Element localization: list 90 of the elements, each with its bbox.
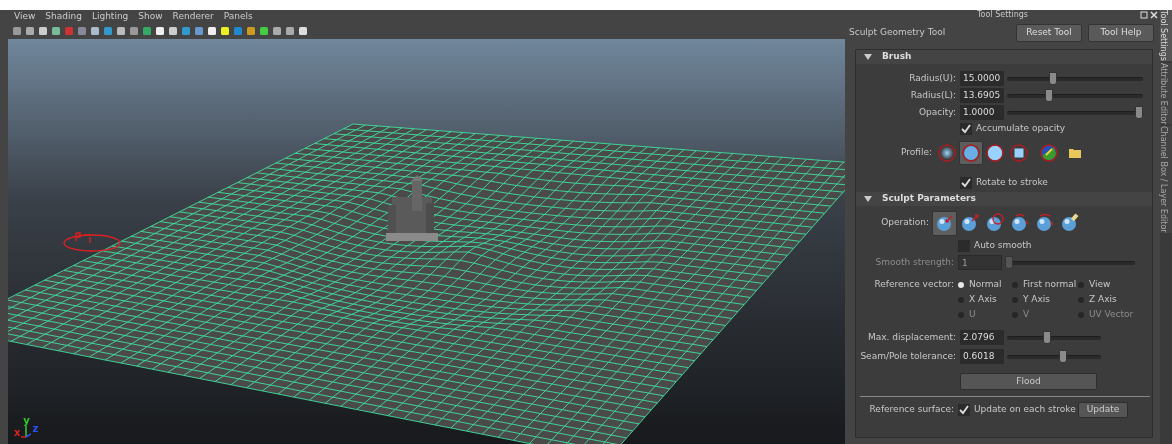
- axis-label: z: [32, 424, 39, 434]
- slider-thumb[interactable]: [1049, 72, 1058, 85]
- push-operation-icon: [934, 213, 955, 233]
- menu-item[interactable]: Lighting: [91, 10, 129, 24]
- soft-brush-icon: [938, 144, 956, 162]
- folder-icon[interactable]: [1069, 148, 1081, 158]
- tool-button[interactable]: Tool Help: [1088, 24, 1154, 42]
- profile-option[interactable]: [1037, 141, 1061, 165]
- profile-option[interactable]: [983, 141, 1007, 165]
- menu-item[interactable]: Panels: [223, 10, 253, 24]
- pull-operation-icon: [959, 213, 980, 233]
- section-header[interactable]: Brush: [856, 50, 1152, 64]
- field-label: Smooth strength:: [874, 255, 955, 269]
- slider[interactable]: [1007, 89, 1143, 102]
- tool-button[interactable]: Reset Tool: [1016, 24, 1082, 42]
- brush-cursor-icon: [62, 231, 122, 253]
- update-button[interactable]: Update: [1078, 402, 1128, 418]
- slider-thumb[interactable]: [1043, 331, 1052, 344]
- axis-gizmo-icon: [21, 426, 32, 438]
- field-label: Radius(U):: [908, 71, 957, 85]
- checkbox[interactable]: [960, 177, 972, 189]
- field-label: Radius(L):: [909, 88, 957, 102]
- radio-option[interactable]: Y Axis: [1012, 292, 1078, 307]
- number-field[interactable]: 13.6905: [960, 88, 1004, 103]
- square-brush-icon: [1010, 144, 1028, 162]
- radio-option[interactable]: Z Axis: [1078, 292, 1138, 307]
- section-title: Sculpt Parameters: [882, 192, 976, 206]
- field-label: Seam/Pole tolerance:: [860, 349, 957, 363]
- checkbox[interactable]: [958, 404, 970, 416]
- panel-title: Tool Settings: [977, 9, 1028, 21]
- radio-option[interactable]: X Axis: [958, 292, 1012, 307]
- field-label: Max. displacement:: [867, 330, 957, 344]
- caret-icon: [864, 196, 872, 202]
- flood-button[interactable]: Flood: [960, 373, 1097, 390]
- side-tab[interactable]: Tool Settings: [1160, 10, 1172, 61]
- close-icon[interactable]: [1150, 11, 1158, 19]
- radio-option[interactable]: First normal: [1012, 277, 1078, 292]
- number-field[interactable]: 15.0000: [960, 71, 1004, 86]
- hard-brush-icon: [986, 144, 1004, 162]
- slider[interactable]: [1007, 350, 1101, 363]
- menu-item[interactable]: Show: [138, 10, 163, 24]
- checkbox-label: Accumulate opacity: [976, 121, 1066, 135]
- operation-option[interactable]: [932, 210, 957, 236]
- profile-option[interactable]: [935, 141, 959, 165]
- pinch-operation-icon: [1034, 213, 1055, 233]
- profile-option[interactable]: [959, 141, 983, 165]
- checkbox-label: Update on each stroke: [974, 403, 1077, 417]
- menu-item[interactable]: Renderer: [172, 10, 214, 24]
- checkbox-label: Auto smooth: [974, 239, 1032, 253]
- float-window-icon[interactable]: [1140, 11, 1148, 19]
- slider-thumb[interactable]: [1135, 106, 1143, 119]
- slider-thumb[interactable]: [1045, 89, 1054, 102]
- number-field[interactable]: 2.0796: [960, 330, 1004, 345]
- field-label: Profile:: [899, 146, 933, 160]
- slider[interactable]: [1007, 331, 1101, 344]
- tool-name: Sculpt Geometry Tool: [849, 26, 947, 40]
- slider-thumb[interactable]: [1058, 350, 1067, 363]
- menu-item[interactable]: View: [14, 10, 36, 24]
- checkbox[interactable]: [960, 122, 972, 135]
- castle-model-drawing: [386, 175, 438, 241]
- smooth-operation-icon: [984, 213, 1005, 233]
- slider[interactable]: [1007, 72, 1143, 85]
- medium-brush-icon: [962, 144, 980, 162]
- field-label: Reference surface:: [868, 403, 955, 417]
- radio-option[interactable]: View: [1078, 277, 1138, 292]
- side-tab[interactable]: Channel Box / Layer Editor: [1160, 126, 1172, 233]
- check-icon: [961, 123, 971, 134]
- relax-operation-icon: [1009, 213, 1030, 233]
- image-brush-icon: [1040, 144, 1058, 162]
- erase-operation-icon: [1059, 213, 1080, 233]
- radio-option[interactable]: Normal: [958, 277, 1012, 292]
- number-field[interactable]: 1.0000: [960, 105, 1004, 120]
- axis-label: x: [14, 428, 21, 438]
- section-header[interactable]: Sculpt Parameters: [856, 192, 1152, 206]
- field-label: Opacity:: [918, 105, 957, 119]
- caret-icon: [864, 54, 872, 60]
- check-icon: [961, 178, 971, 188]
- field-label: Operation:: [880, 216, 930, 230]
- side-tab[interactable]: Attribute Editor: [1160, 62, 1172, 125]
- slider[interactable]: [1005, 256, 1135, 269]
- viewport[interactable]: x y z: [8, 39, 845, 444]
- section-title: Brush: [882, 50, 912, 64]
- menu-item[interactable]: Shading: [45, 10, 82, 24]
- number-field[interactable]: 0.6018: [960, 349, 1004, 364]
- slider[interactable]: [1007, 106, 1143, 119]
- checkbox-label: Rotate to stroke: [976, 176, 1048, 190]
- field-label: Reference vector:: [873, 278, 955, 291]
- profile-option[interactable]: [1007, 141, 1031, 165]
- check-icon: [959, 405, 969, 415]
- axis-label: y: [23, 416, 30, 426]
